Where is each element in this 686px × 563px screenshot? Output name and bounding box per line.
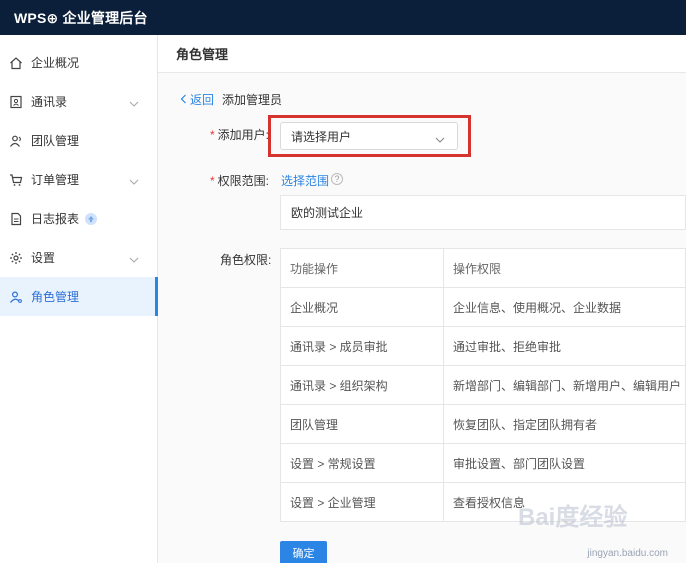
chevron-down-icon	[129, 174, 139, 188]
perm-label: 角色权限:	[220, 253, 272, 267]
sidebar-item-logs[interactable]: 日志报表	[0, 199, 157, 238]
watermark-brand: Bai度经验	[518, 503, 627, 531]
top-bar: WPS⊕ 企业管理后台	[0, 0, 686, 35]
add-user-label-group: * 添加用户:	[210, 126, 269, 143]
confirm-button[interactable]: 确定	[280, 541, 327, 563]
highlight-box	[268, 115, 471, 157]
table-cell-permission: 恢复团队、指定团队拥有者	[443, 404, 686, 444]
watermark-logo: Bai度经验	[518, 499, 646, 545]
add-user-label: 添加用户:	[217, 128, 270, 142]
chevron-down-icon	[129, 96, 139, 110]
sidebar-item-contacts[interactable]: 通讯录	[0, 82, 157, 121]
table-cell-function: 设置 > 常规设置	[280, 443, 444, 483]
table-cell-function: 通讯录 > 组织架构	[280, 365, 444, 405]
table-cell-permission: 企业信息、使用概况、企业数据	[443, 287, 686, 327]
upgrade-badge-icon	[85, 212, 98, 225]
user-role-icon	[8, 289, 24, 305]
table-row: 通讯录 > 组织架构 新增部门、编辑部门、新增用户、编辑用户	[280, 365, 686, 405]
table-header-row: 功能操作 操作权限	[280, 248, 686, 288]
permissions-table: 功能操作 操作权限 企业概况 企业信息、使用概况、企业数据 通讯录 > 成员审批…	[280, 248, 686, 522]
table-cell-function: 设置 > 企业管理	[280, 482, 444, 522]
back-label: 返回	[190, 93, 215, 107]
sidebar-item-orders[interactable]: 订单管理	[0, 160, 157, 199]
sidebar-item-overview[interactable]: 企业概况	[0, 43, 157, 82]
main-content: 角色管理 返回 添加管理员 * 添加用户: 请选择用户 * 权限范围: 选择范围 ?…	[158, 35, 686, 563]
contacts-icon	[8, 94, 24, 110]
team-icon	[8, 133, 24, 149]
column-header-function: 功能操作	[280, 248, 444, 288]
page-title: 角色管理	[158, 35, 686, 73]
table-cell-permission: 审批设置、部门团队设置	[443, 443, 686, 483]
gear-icon	[8, 250, 24, 266]
help-icon[interactable]: ?	[331, 173, 343, 185]
table-cell-permission: 通过审批、拒绝审批	[443, 326, 686, 366]
table-row: 通讯录 > 成员审批 通过审批、拒绝审批	[280, 326, 686, 366]
back-link[interactable]: 返回	[180, 91, 214, 108]
table-row: 企业概况 企业信息、使用概况、企业数据	[280, 287, 686, 327]
sidebar-item-label: 订单管理	[31, 173, 80, 187]
column-header-permission: 操作权限	[443, 248, 686, 288]
chevron-left-icon	[180, 93, 187, 107]
table-row: 设置 > 常规设置 审批设置、部门团队设置	[280, 443, 686, 483]
scope-value-box: 欧的测试企业	[280, 195, 686, 230]
sidebar-item-label: 企业概况	[31, 56, 80, 70]
sidebar-item-label: 团队管理	[31, 134, 80, 148]
table-row: 团队管理 恢复团队、指定团队拥有者	[280, 404, 686, 444]
scope-label-group: * 权限范围:	[210, 172, 269, 189]
sidebar-item-label: 角色管理	[31, 290, 80, 304]
document-icon	[8, 211, 24, 227]
select-scope-link[interactable]: 选择范围	[281, 172, 329, 189]
app-title: WPS⊕ 企业管理后台	[14, 9, 148, 26]
required-mark: *	[210, 128, 215, 142]
sidebar: 企业概况 通讯录 团队管理 订单管理 日志报表 设置 角色管理	[0, 35, 158, 563]
sidebar-item-label: 设置	[31, 251, 56, 265]
breadcrumb-current: 添加管理员	[222, 93, 283, 107]
watermark-url: jingyan.baidu.com	[587, 548, 668, 559]
table-cell-permission: 新增部门、编辑部门、新增用户、编辑用户	[443, 365, 686, 405]
scope-label: 权限范围:	[217, 174, 270, 188]
breadcrumb: 返回 添加管理员	[180, 91, 282, 108]
sidebar-item-teams[interactable]: 团队管理	[0, 121, 157, 160]
sidebar-item-roles[interactable]: 角色管理	[0, 277, 158, 316]
table-cell-function: 通讯录 > 成员审批	[280, 326, 444, 366]
required-mark: *	[210, 174, 215, 188]
table-cell-function: 企业概况	[280, 287, 444, 327]
sidebar-item-label: 日志报表	[31, 212, 80, 226]
home-icon	[8, 55, 24, 71]
scope-value: 欧的测试企业	[291, 206, 364, 220]
cart-icon	[8, 172, 24, 188]
sidebar-item-settings[interactable]: 设置	[0, 238, 157, 277]
sidebar-item-label: 通讯录	[31, 95, 68, 109]
table-cell-function: 团队管理	[280, 404, 444, 444]
chevron-down-icon	[129, 252, 139, 266]
